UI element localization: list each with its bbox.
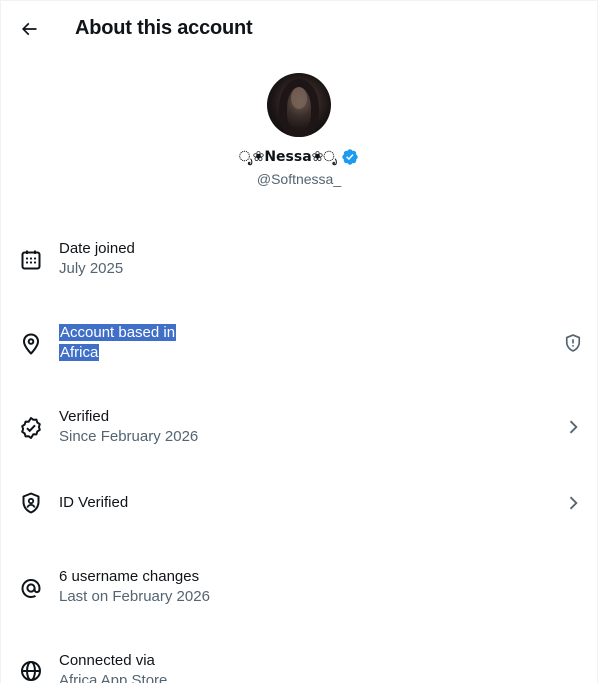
at-sign-icon [21, 578, 41, 599]
id-verified-row[interactable]: ID Verified [1, 469, 597, 537]
display-name-row: ೃ❀Nessa❀ೃ [1, 147, 597, 167]
chevron-right-icon [569, 420, 578, 434]
globe-icon [21, 661, 41, 681]
account-based-in-value: Africa [59, 344, 100, 361]
id-shield-icon [22, 492, 40, 514]
account-based-in-row: Account based in Africa [1, 301, 597, 385]
username-changes-row: 6 username changes Last on February 2026 [1, 537, 597, 621]
connected-via-label: Connected via [59, 652, 155, 669]
username-changes-label: 6 username changes [59, 568, 200, 585]
verified-badge-icon[interactable] [341, 148, 359, 166]
verified-row[interactable]: Verified Since February 2026 [1, 385, 597, 469]
verified-label: Verified [59, 408, 110, 425]
account-based-in-label: Account based in [59, 324, 177, 341]
avatar[interactable] [267, 73, 331, 137]
user-handle[interactable]: @Softnessa_ [1, 169, 597, 189]
connected-via-row: Connected via Africa App Store [1, 621, 597, 683]
back-arrow-icon [21, 22, 37, 36]
location-pin-icon [23, 333, 39, 355]
display-name[interactable]: ೃ❀Nessa❀ೃ [239, 149, 337, 165]
connected-via-value: Africa App Store [59, 672, 168, 683]
page-title: About this account [75, 17, 253, 39]
id-verified-label: ID Verified [59, 494, 129, 511]
username-changes-last: Last on February 2026 [59, 588, 210, 605]
back-button[interactable] [11, 11, 47, 47]
verified-since: Since February 2026 [59, 428, 199, 445]
chevron-right-icon [569, 496, 578, 510]
header: About this account [1, 1, 597, 55]
account-info-list: Date joined July 2025 Account based in A… [1, 217, 597, 683]
profile-summary: ೃ❀Nessa❀ೃ @Softnessa_ [1, 73, 597, 189]
shield-alert-icon[interactable] [563, 333, 583, 353]
date-joined-value: July 2025 [59, 260, 124, 277]
calendar-icon [21, 250, 41, 270]
date-joined-label: Date joined [59, 240, 135, 257]
about-account-page: About this account ೃ❀Nessa❀ೃ @Softnessa_ [0, 0, 598, 683]
verified-check-icon [21, 417, 41, 439]
date-joined-row: Date joined July 2025 [1, 217, 597, 301]
